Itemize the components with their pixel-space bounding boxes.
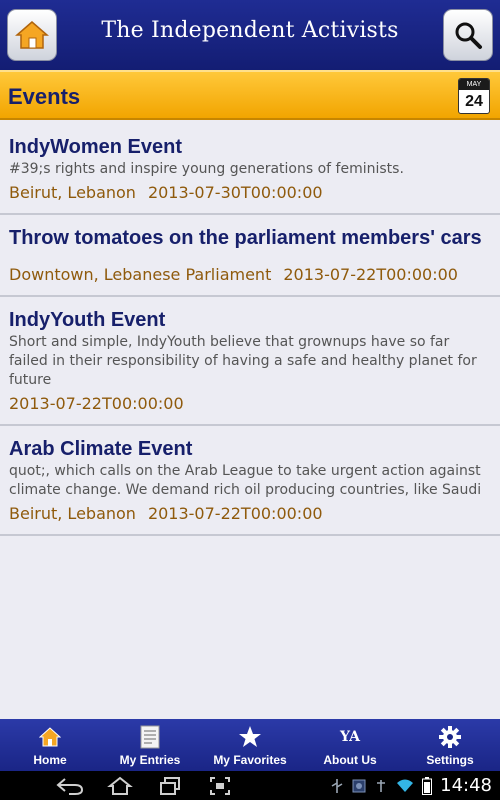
header-search-button[interactable]	[443, 9, 493, 61]
event-description: Short and simple, IndyYouth believe that…	[9, 334, 477, 388]
event-date: 2013-07-22T00:00:00	[147, 504, 323, 523]
home-icon	[15, 21, 49, 49]
battery-icon	[422, 776, 433, 795]
document-icon	[140, 725, 160, 749]
nav-about-us[interactable]: YA About Us	[300, 719, 400, 771]
event-meta: Beirut, Lebanon 2013-07-22T00:00:00	[9, 502, 491, 526]
nav-my-favorites-label: My Favorites	[213, 753, 287, 767]
bottom-nav: Home My Entries My Favorites YA About Us	[0, 719, 500, 771]
event-item[interactable]: IndyYouth Event Short and simple, IndyYo…	[0, 297, 500, 426]
nav-my-entries-label: My Entries	[119, 753, 181, 767]
calendar-month: MAY	[459, 79, 489, 90]
event-item[interactable]: Throw tomatoes on the parliament members…	[0, 215, 500, 297]
screenshot-icon	[210, 776, 230, 795]
system-screenshot-button[interactable]	[195, 771, 245, 800]
nav-home-label: Home	[33, 753, 67, 767]
search-icon	[455, 22, 482, 49]
event-title: Throw tomatoes on the parliament members…	[9, 227, 482, 249]
recent-apps-icon	[160, 776, 180, 795]
header-home-button[interactable]	[7, 9, 57, 61]
back-arrow-icon	[56, 777, 84, 795]
nav-settings[interactable]: Settings	[400, 719, 500, 771]
app-title: The Independent Activists	[101, 18, 399, 43]
gallery-icon	[352, 779, 366, 792]
event-description: #39;s rights and inspire young generatio…	[9, 161, 404, 177]
nav-home[interactable]: Home	[0, 719, 100, 771]
nav-my-favorites[interactable]: My Favorites	[200, 719, 300, 771]
event-title: Arab Climate Event	[9, 438, 193, 460]
event-location: Beirut, Lebanon	[9, 504, 136, 523]
calendar-day: 24	[465, 93, 483, 110]
usb-debug-icon	[377, 779, 386, 792]
gear-icon	[439, 726, 461, 748]
event-meta: 2013-07-22T00:00:00	[9, 392, 491, 416]
event-item[interactable]: IndyWomen Event #39;s rights and inspire…	[0, 124, 500, 215]
event-item[interactable]: Arab Climate Event quot;, which calls on…	[0, 426, 500, 536]
nav-my-entries[interactable]: My Entries	[100, 719, 200, 771]
section-title: Events	[8, 84, 81, 109]
event-description: quot;, which calls on the Arab League to…	[9, 463, 482, 498]
events-list: IndyWomen Event #39;s rights and inspire…	[0, 124, 500, 536]
event-date: 2013-07-22T00:00:00	[283, 265, 458, 284]
nav-settings-label: Settings	[426, 753, 474, 767]
event-location: Downtown, Lebanese Parliament	[9, 265, 272, 284]
event-location: Beirut, Lebanon	[9, 183, 136, 202]
home-icon	[39, 727, 61, 747]
status-area: 14:48	[330, 771, 492, 800]
system-back-button[interactable]	[45, 771, 95, 800]
system-home-button[interactable]	[95, 771, 145, 800]
app-header: The Independent Activists	[0, 0, 500, 70]
wifi-icon	[397, 779, 414, 792]
usb-icon	[331, 778, 343, 793]
nav-about-us-label: About Us	[323, 753, 377, 767]
event-meta: Downtown, Lebanese Parliament 2013-07-22T…	[9, 263, 491, 287]
star-icon	[239, 726, 261, 747]
section-bar: Events MAY 24	[0, 70, 500, 120]
status-clock: 14:48	[440, 775, 492, 796]
event-meta: Beirut, Lebanon 2013-07-30T00:00:00	[9, 181, 491, 205]
calendar-icon[interactable]: MAY 24	[458, 78, 490, 114]
event-title: IndyWomen Event	[9, 136, 182, 158]
event-date: 2013-07-30T00:00:00	[147, 183, 323, 202]
system-bar: 14:48	[0, 771, 500, 800]
event-title: IndyYouth Event	[9, 309, 166, 331]
event-date: 2013-07-22T00:00:00	[9, 394, 184, 413]
system-recent-apps-button[interactable]	[145, 771, 195, 800]
home-outline-icon	[107, 776, 133, 795]
ya-logo-icon: YA	[340, 729, 360, 745]
